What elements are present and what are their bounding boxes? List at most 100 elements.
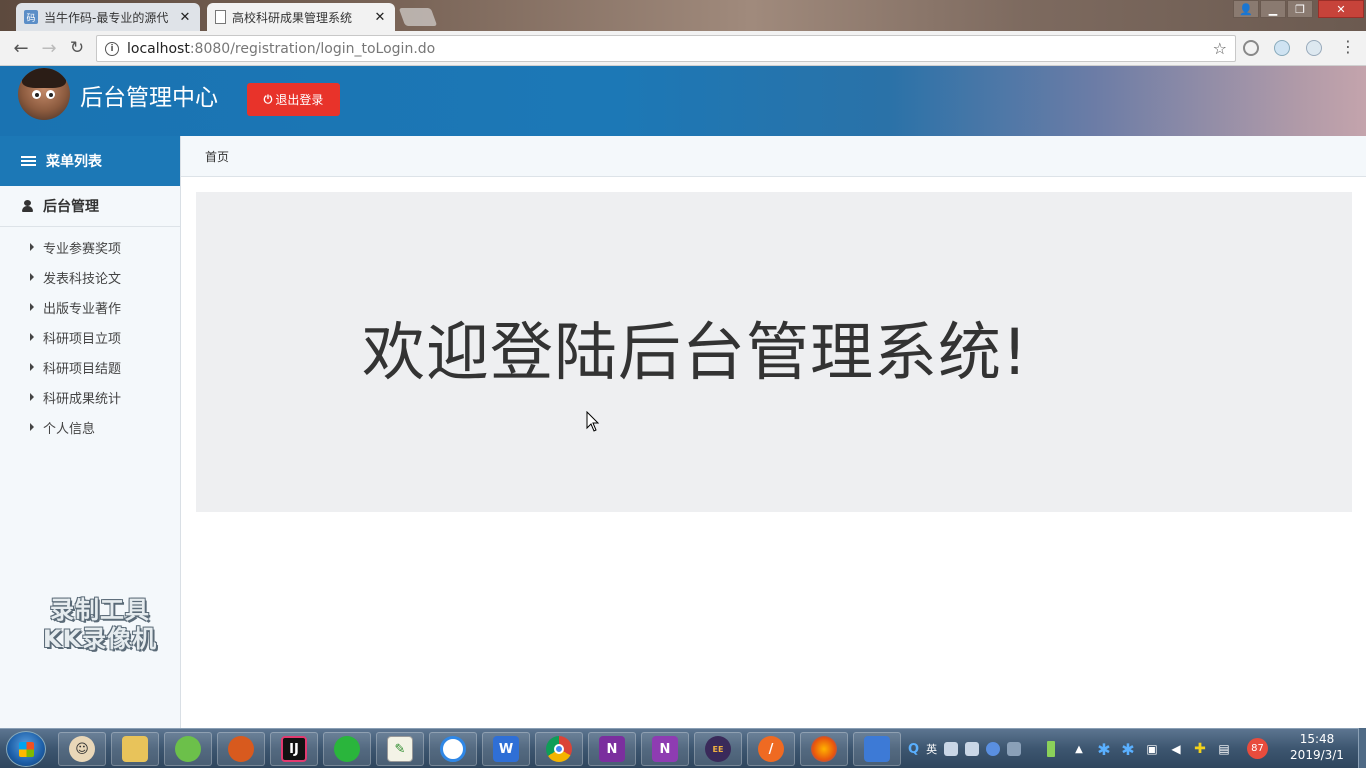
sidebar-items: 专业参赛奖项 发表科技论文 出版专业著作 科研项目立项 科研项目结题 科研成果统… — [0, 227, 180, 442]
sidebar-item-label: 科研成果统计 — [43, 391, 122, 407]
wechat-icon — [334, 736, 360, 762]
sidebar-item-project-approval[interactable]: 科研项目立项 — [0, 322, 180, 352]
reload-icon[interactable]: ↻ — [66, 37, 88, 59]
browser-menu-icon[interactable]: ⋮ — [1340, 39, 1356, 55]
taskbar-app-firefox[interactable] — [800, 732, 848, 766]
network-icon: ▣ — [1146, 742, 1158, 756]
close-window-button[interactable]: ✕ — [1318, 0, 1364, 18]
show-desktop-button[interactable] — [1358, 728, 1366, 768]
tray-icon[interactable] — [1007, 742, 1022, 756]
sidebar-item-project-completion[interactable]: 科研项目结题 — [0, 352, 180, 382]
extension-eye-icon[interactable] — [1274, 40, 1290, 56]
breadcrumb-home[interactable]: 首页 — [205, 148, 229, 165]
help-icon[interactable] — [986, 742, 1001, 756]
onenote-icon: N — [599, 736, 625, 762]
tray-network-icon[interactable]: ▣ — [1142, 732, 1162, 766]
clock-date: 2019/3/1 — [1290, 748, 1344, 762]
taskbar: ☺ IJ ✎ W N N EE / Q 英 ▲ ✱ ✱ ▣ ◀ ✚ ▤ — [0, 728, 1366, 768]
settings-icon[interactable] — [965, 742, 980, 756]
tray-search-label[interactable]: Q — [908, 742, 919, 757]
extension-cloud-icon[interactable] — [1306, 40, 1322, 56]
taskbar-app-wps[interactable]: W — [482, 732, 530, 766]
tray-ime-label[interactable]: 英 — [926, 741, 937, 757]
watermark-line: KK录像机 — [42, 625, 158, 653]
sidebar-group-label: 后台管理 — [43, 199, 99, 215]
taskbar-app-chrome[interactable] — [535, 732, 583, 766]
taskbar-app-ninja[interactable] — [217, 732, 265, 766]
address-bar[interactable]: i localhost:8080/registration/login_toLo… — [96, 35, 1236, 62]
taskbar-app-onenote[interactable]: N — [588, 732, 636, 766]
firefox-icon — [811, 736, 837, 762]
sidebar-item-books[interactable]: 出版专业著作 — [0, 292, 180, 322]
sidebar-item-profile[interactable]: 个人信息 — [0, 412, 180, 442]
back-arrow-icon[interactable]: ← — [10, 37, 32, 59]
battery-icon — [1047, 741, 1055, 757]
maximize-button[interactable]: ❐ — [1287, 0, 1313, 18]
eclipse-javaee-icon: EE — [705, 736, 731, 762]
tab-title: 当牛作码-最专业的源代 — [44, 10, 169, 25]
tray-battery-icon[interactable] — [1040, 732, 1062, 766]
minimize-button[interactable]: ▁ — [1260, 0, 1286, 18]
bookmark-star-icon[interactable]: ☆ — [1213, 39, 1227, 58]
taskbar-app-eclipse[interactable]: EE — [694, 732, 742, 766]
wps-icon: W — [493, 736, 519, 762]
caret-right-icon — [30, 363, 34, 371]
taskbar-app-intellij[interactable]: IJ — [270, 732, 318, 766]
welcome-panel: 欢迎登陆后台管理系统! — [196, 192, 1352, 512]
logout-button[interactable]: ⏻ 退出登录 — [247, 83, 340, 116]
app-title: 后台管理中心 — [80, 85, 218, 111]
browser-tab-active[interactable]: 高校科研成果管理系统 ✕ — [207, 3, 395, 31]
tray-star2-icon[interactable]: ✱ — [1118, 732, 1138, 766]
tray-volume-icon[interactable]: ◀ — [1166, 732, 1186, 766]
tray-expand-icon[interactable]: ▲ — [1068, 732, 1090, 766]
recorder-watermark: 录制工具 KK录像机 — [32, 596, 168, 654]
notepad-icon: ✎ — [387, 736, 413, 762]
new-tab-button[interactable] — [398, 8, 438, 26]
sidebar-item-label: 科研项目立项 — [43, 331, 122, 347]
tab-close-icon[interactable]: ✕ — [178, 10, 192, 25]
caret-right-icon — [30, 273, 34, 281]
tray-plus-icon[interactable]: ✚ — [1190, 732, 1210, 766]
taskbar-app-explorer[interactable] — [111, 732, 159, 766]
sidebar-item-statistics[interactable]: 科研成果统计 — [0, 382, 180, 412]
tray-clipboard-icon[interactable]: ▤ — [1214, 732, 1234, 766]
user-icon — [22, 200, 33, 212]
taskbar-app-tool[interactable]: / — [747, 732, 795, 766]
leaf-app-icon — [175, 736, 201, 762]
extension-circle-icon[interactable] — [1243, 40, 1259, 56]
cloud-drive-icon — [440, 736, 466, 762]
notification-badge[interactable]: 87 — [1247, 738, 1268, 759]
taskbar-app-avatar[interactable]: ☺ — [58, 732, 106, 766]
book-app-icon — [864, 736, 890, 762]
taskbar-app-onenote-clip[interactable]: N — [641, 732, 689, 766]
taskbar-app-wechat[interactable] — [323, 732, 371, 766]
tray-star-icon[interactable]: ✱ — [1094, 732, 1114, 766]
taskbar-app-notepad[interactable]: ✎ — [376, 732, 424, 766]
browser-tab[interactable]: 码 当牛作码-最专业的源代 ✕ — [16, 3, 200, 31]
taskbar-clock[interactable]: 15:48 2019/3/1 — [1282, 731, 1352, 763]
sidebar-group-admin[interactable]: 后台管理 — [0, 186, 180, 227]
taskbar-app-books[interactable] — [853, 732, 901, 766]
forward-arrow-icon[interactable]: → — [38, 37, 60, 59]
mouse-cursor-icon — [586, 411, 600, 432]
caret-right-icon — [30, 423, 34, 431]
star-icon: ✱ — [1097, 739, 1111, 759]
start-button[interactable] — [6, 731, 46, 767]
sidebar-item-papers[interactable]: 发表科技论文 — [0, 262, 180, 292]
avatar — [18, 68, 70, 120]
menu-list-header: 菜单列表 — [0, 136, 180, 186]
keyboard-icon[interactable] — [944, 742, 959, 756]
tab-close-icon[interactable]: ✕ — [373, 10, 387, 25]
sidebar: 菜单列表 后台管理 专业参赛奖项 发表科技论文 出版专业著作 科研项目立项 科研… — [0, 136, 181, 728]
welcome-heading: 欢迎登陆后台管理系统! — [362, 316, 1029, 389]
caret-right-icon — [30, 303, 34, 311]
star-icon: ✱ — [1121, 739, 1135, 759]
browser-toolbar: ← → ↻ i localhost:8080/registration/logi… — [0, 31, 1366, 66]
taskbar-app-baidu[interactable] — [429, 732, 477, 766]
sidebar-item-awards[interactable]: 专业参赛奖项 — [0, 232, 180, 262]
user-profile-icon[interactable]: 👤 — [1233, 0, 1259, 18]
taskbar-app-green[interactable] — [164, 732, 212, 766]
clock-time: 15:48 — [1299, 732, 1335, 746]
plus-icon: ✚ — [1194, 741, 1206, 757]
site-info-icon[interactable]: i — [105, 41, 119, 56]
